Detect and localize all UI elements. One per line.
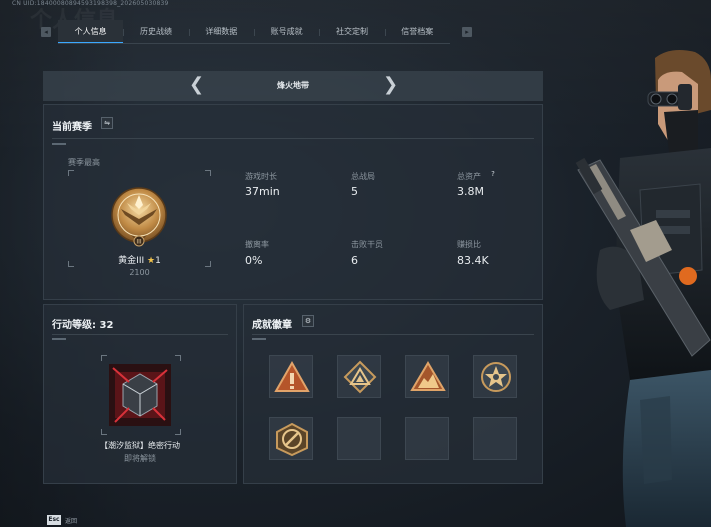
season-title-rule xyxy=(52,138,534,139)
gold-rank-emblem-icon: III xyxy=(111,187,167,247)
gear-icon[interactable]: ⚙ xyxy=(302,315,314,327)
achievements-rule xyxy=(252,334,534,335)
badge-slot-empty[interactable] xyxy=(405,417,449,460)
stat-label-matches: 总战局 xyxy=(351,172,375,181)
warning-triangle-badge-icon xyxy=(274,360,310,392)
tab-next-icon[interactable]: ▸ xyxy=(462,27,472,37)
operation-status: 即将解锁 xyxy=(124,454,156,463)
achievements-accent xyxy=(252,338,266,340)
operation-frame[interactable] xyxy=(101,355,181,435)
action-level-accent xyxy=(52,338,66,340)
achievements-title: 成就徽章 xyxy=(252,320,292,331)
stat-value-extract-rate: 0% xyxy=(245,254,263,267)
tab-prev-icon[interactable]: ◂ xyxy=(41,27,51,37)
stat-value-assets: 3.8M xyxy=(457,185,484,198)
mountain-badge-icon xyxy=(410,361,446,391)
map-next-icon[interactable]: ❯ xyxy=(383,75,398,95)
stat-label-kills: 击败干员 xyxy=(351,240,383,249)
rank-star-icon: ★ xyxy=(147,256,156,266)
operation-thumbnail-icon xyxy=(109,364,171,426)
badge-slot-empty[interactable] xyxy=(337,417,381,460)
map-selector: ❮ 烽火地带 ❯ xyxy=(43,71,543,101)
operation-name: 【潮汐监狱】绝密行动 xyxy=(100,441,180,450)
slash-circle-badge-icon xyxy=(276,422,308,457)
rank-stars: 1 xyxy=(155,256,161,266)
stat-value-profit-ratio: 83.4K xyxy=(457,254,489,267)
season-title: 当前赛季 xyxy=(52,122,92,133)
badge-slot-3[interactable] xyxy=(405,355,449,398)
rank-box: III 黄金III ★1 xyxy=(68,170,211,267)
back-label[interactable]: 返回 xyxy=(65,516,77,525)
tab-detailed-data[interactable]: 详细数据 xyxy=(188,20,254,44)
stat-value-kills: 6 xyxy=(351,254,358,267)
season-high-label: 赛季最高 xyxy=(68,158,100,167)
stat-label-profit-ratio: 赚损比 xyxy=(457,240,481,249)
uid-text: CN UID:18400080894593198398_202605030839 xyxy=(12,0,169,7)
stat-label-extract-rate: 撤离率 xyxy=(245,240,269,249)
stat-label-playtime: 游戏时长 xyxy=(245,172,277,181)
tab-reputation[interactable]: 信誉档案 xyxy=(384,20,450,44)
stat-value-matches: 5 xyxy=(351,185,358,198)
season-title-accent xyxy=(52,143,66,145)
tab-personal-info[interactable]: 个人信息 xyxy=(58,20,124,44)
tab-achievements[interactable]: 账号成就 xyxy=(253,20,319,44)
badge-slot-4[interactable] xyxy=(473,355,517,398)
badge-slot-5[interactable] xyxy=(269,417,313,460)
swap-icon[interactable]: ⇋ xyxy=(101,117,113,129)
rank-name-row: 黄金III ★1 xyxy=(68,253,211,266)
pyramid-badge-icon xyxy=(343,360,377,394)
svg-text:III: III xyxy=(136,239,142,246)
stat-value-playtime: 37min xyxy=(245,185,280,198)
star-target-badge-icon xyxy=(481,362,511,392)
esc-key-hint[interactable]: Esc xyxy=(47,515,61,525)
stat-label-assets: 总资产 xyxy=(457,172,481,181)
help-icon[interactable]: ? xyxy=(488,169,498,179)
tab-social[interactable]: 社交定制 xyxy=(319,20,384,44)
operator-character-illustration xyxy=(575,50,711,527)
badge-slot-empty[interactable] xyxy=(473,417,517,460)
tab-bar: 个人信息 历史战绩 详细数据 账号成就 社交定制 信誉档案 xyxy=(58,20,450,44)
map-name: 烽火地带 xyxy=(277,81,309,90)
rank-score: 2100 xyxy=(129,268,150,277)
tab-history[interactable]: 历史战绩 xyxy=(123,20,188,44)
action-level-title: 行动等级: 32 xyxy=(52,320,114,331)
badge-slot-1[interactable] xyxy=(269,355,313,398)
badge-slot-2[interactable] xyxy=(337,355,381,398)
rank-name: 黄金III xyxy=(118,256,145,266)
action-level-rule xyxy=(52,334,228,335)
tab-divider xyxy=(58,43,450,44)
